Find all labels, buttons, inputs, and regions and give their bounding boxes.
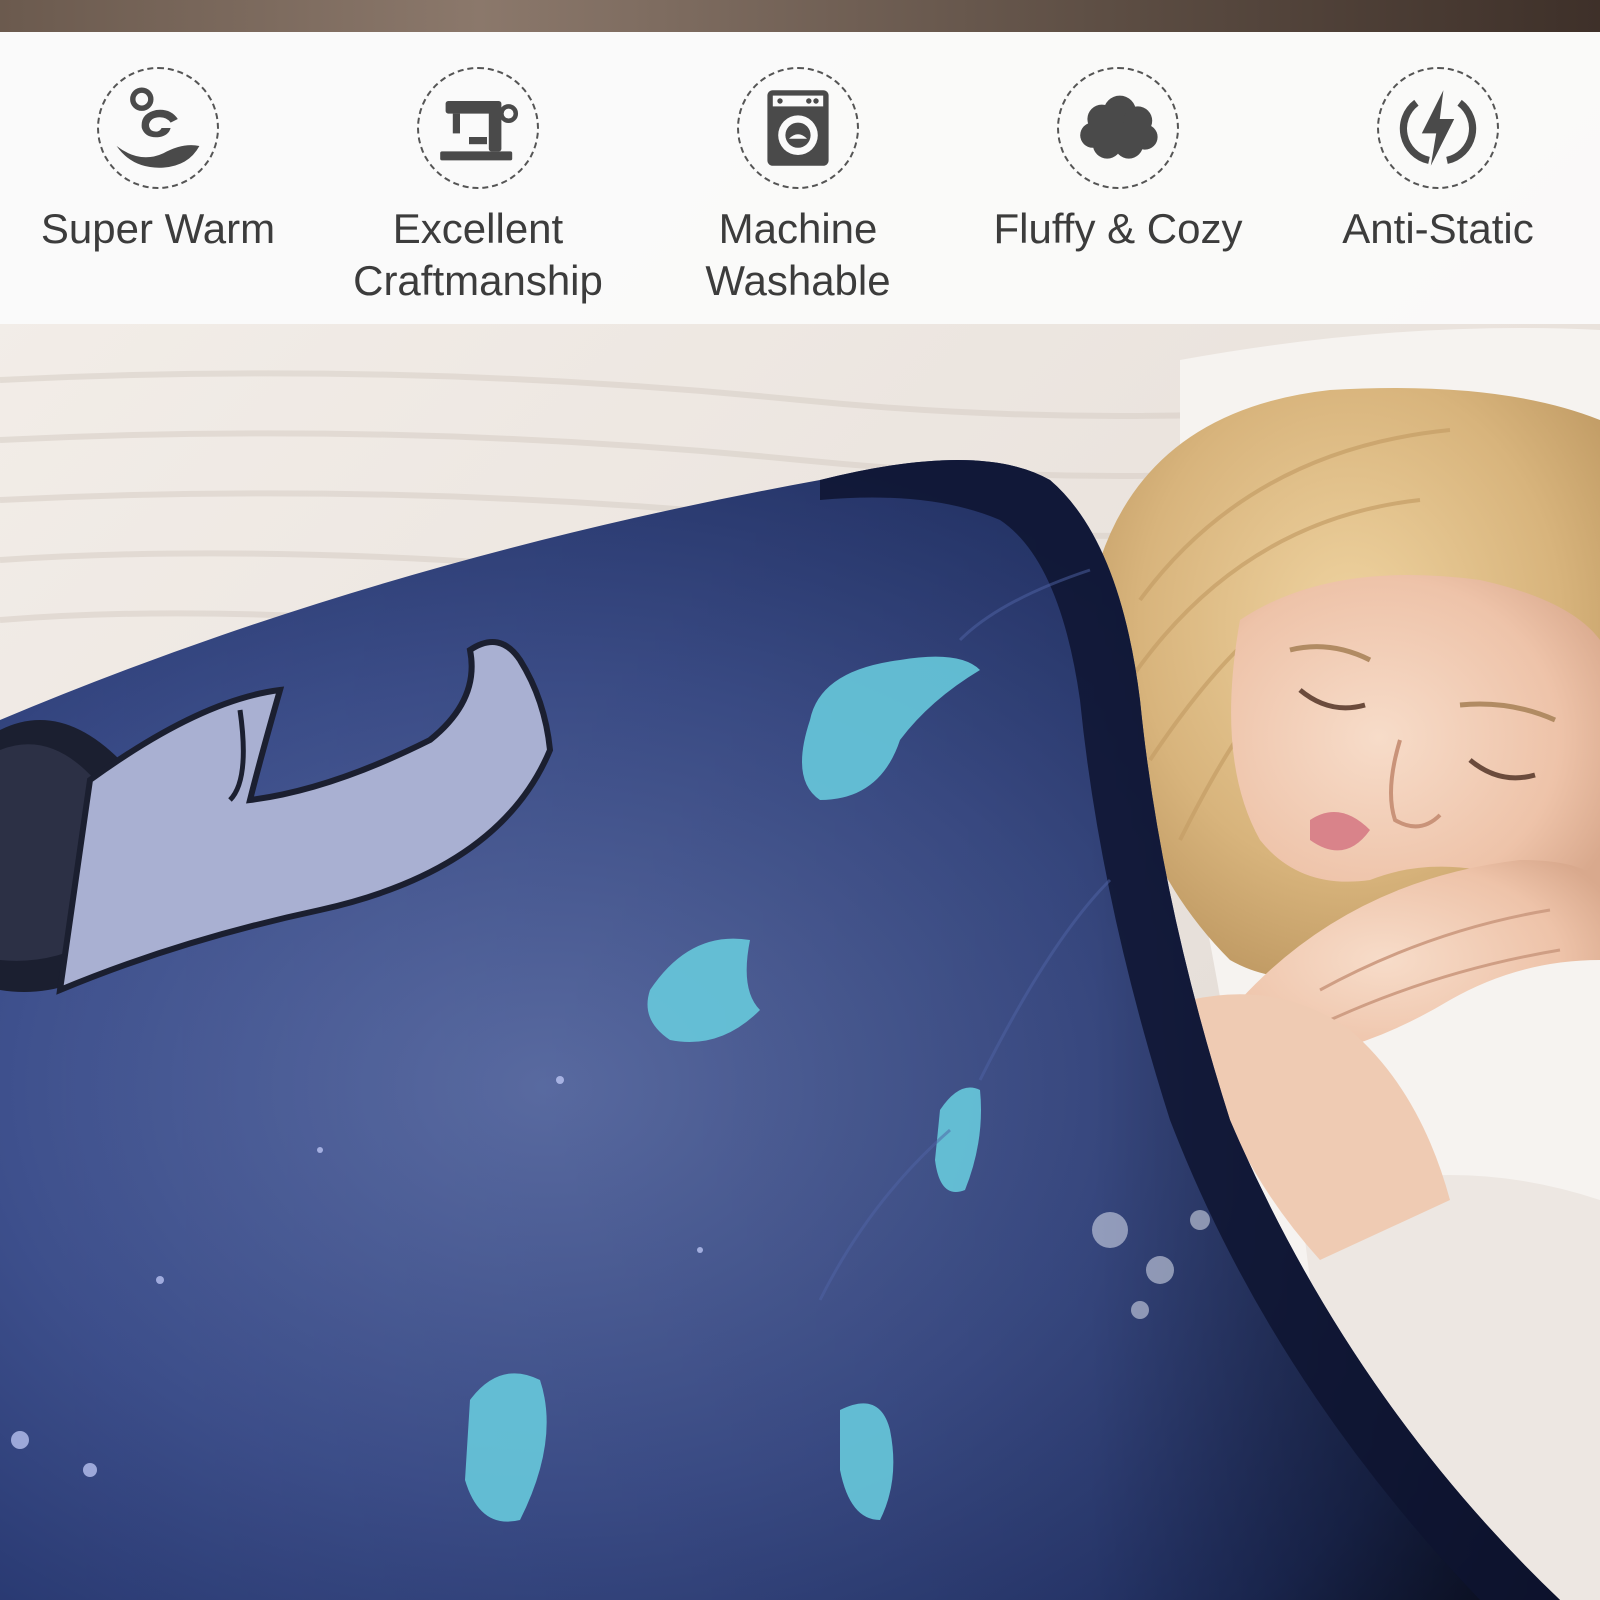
lightning-icon bbox=[1399, 90, 1477, 166]
feature-ring bbox=[417, 67, 539, 189]
feature-excellent-craftmanship: Excellent Craftmanship bbox=[328, 67, 628, 307]
feature-label: Excellent Craftmanship bbox=[353, 205, 603, 304]
feature-super-warm: Super Warm bbox=[8, 67, 308, 255]
cloud-icon bbox=[1080, 95, 1158, 159]
feature-ring bbox=[1057, 67, 1179, 189]
feature-band: Super Warm Excellent Craftmanship Machin… bbox=[0, 32, 1600, 324]
feature-ring bbox=[737, 67, 859, 189]
feature-anti-static: Anti-Static bbox=[1288, 67, 1588, 255]
feature-label: Super Warm bbox=[40, 205, 276, 252]
warm-wave-icon bbox=[116, 87, 200, 168]
feature-label: Machine Washable bbox=[705, 205, 891, 304]
feature-ring bbox=[97, 67, 219, 189]
feature-machine-washable: Machine Washable bbox=[648, 67, 948, 307]
top-dark-strip bbox=[0, 0, 1600, 32]
sewing-machine-icon bbox=[440, 101, 519, 161]
feature-fluffy-cozy: Fluffy & Cozy bbox=[968, 67, 1268, 255]
feature-label: Fluffy & Cozy bbox=[993, 205, 1243, 252]
washing-machine-icon bbox=[767, 90, 829, 166]
feature-label: Anti-Static bbox=[1342, 205, 1534, 252]
feature-ring bbox=[1377, 67, 1499, 189]
